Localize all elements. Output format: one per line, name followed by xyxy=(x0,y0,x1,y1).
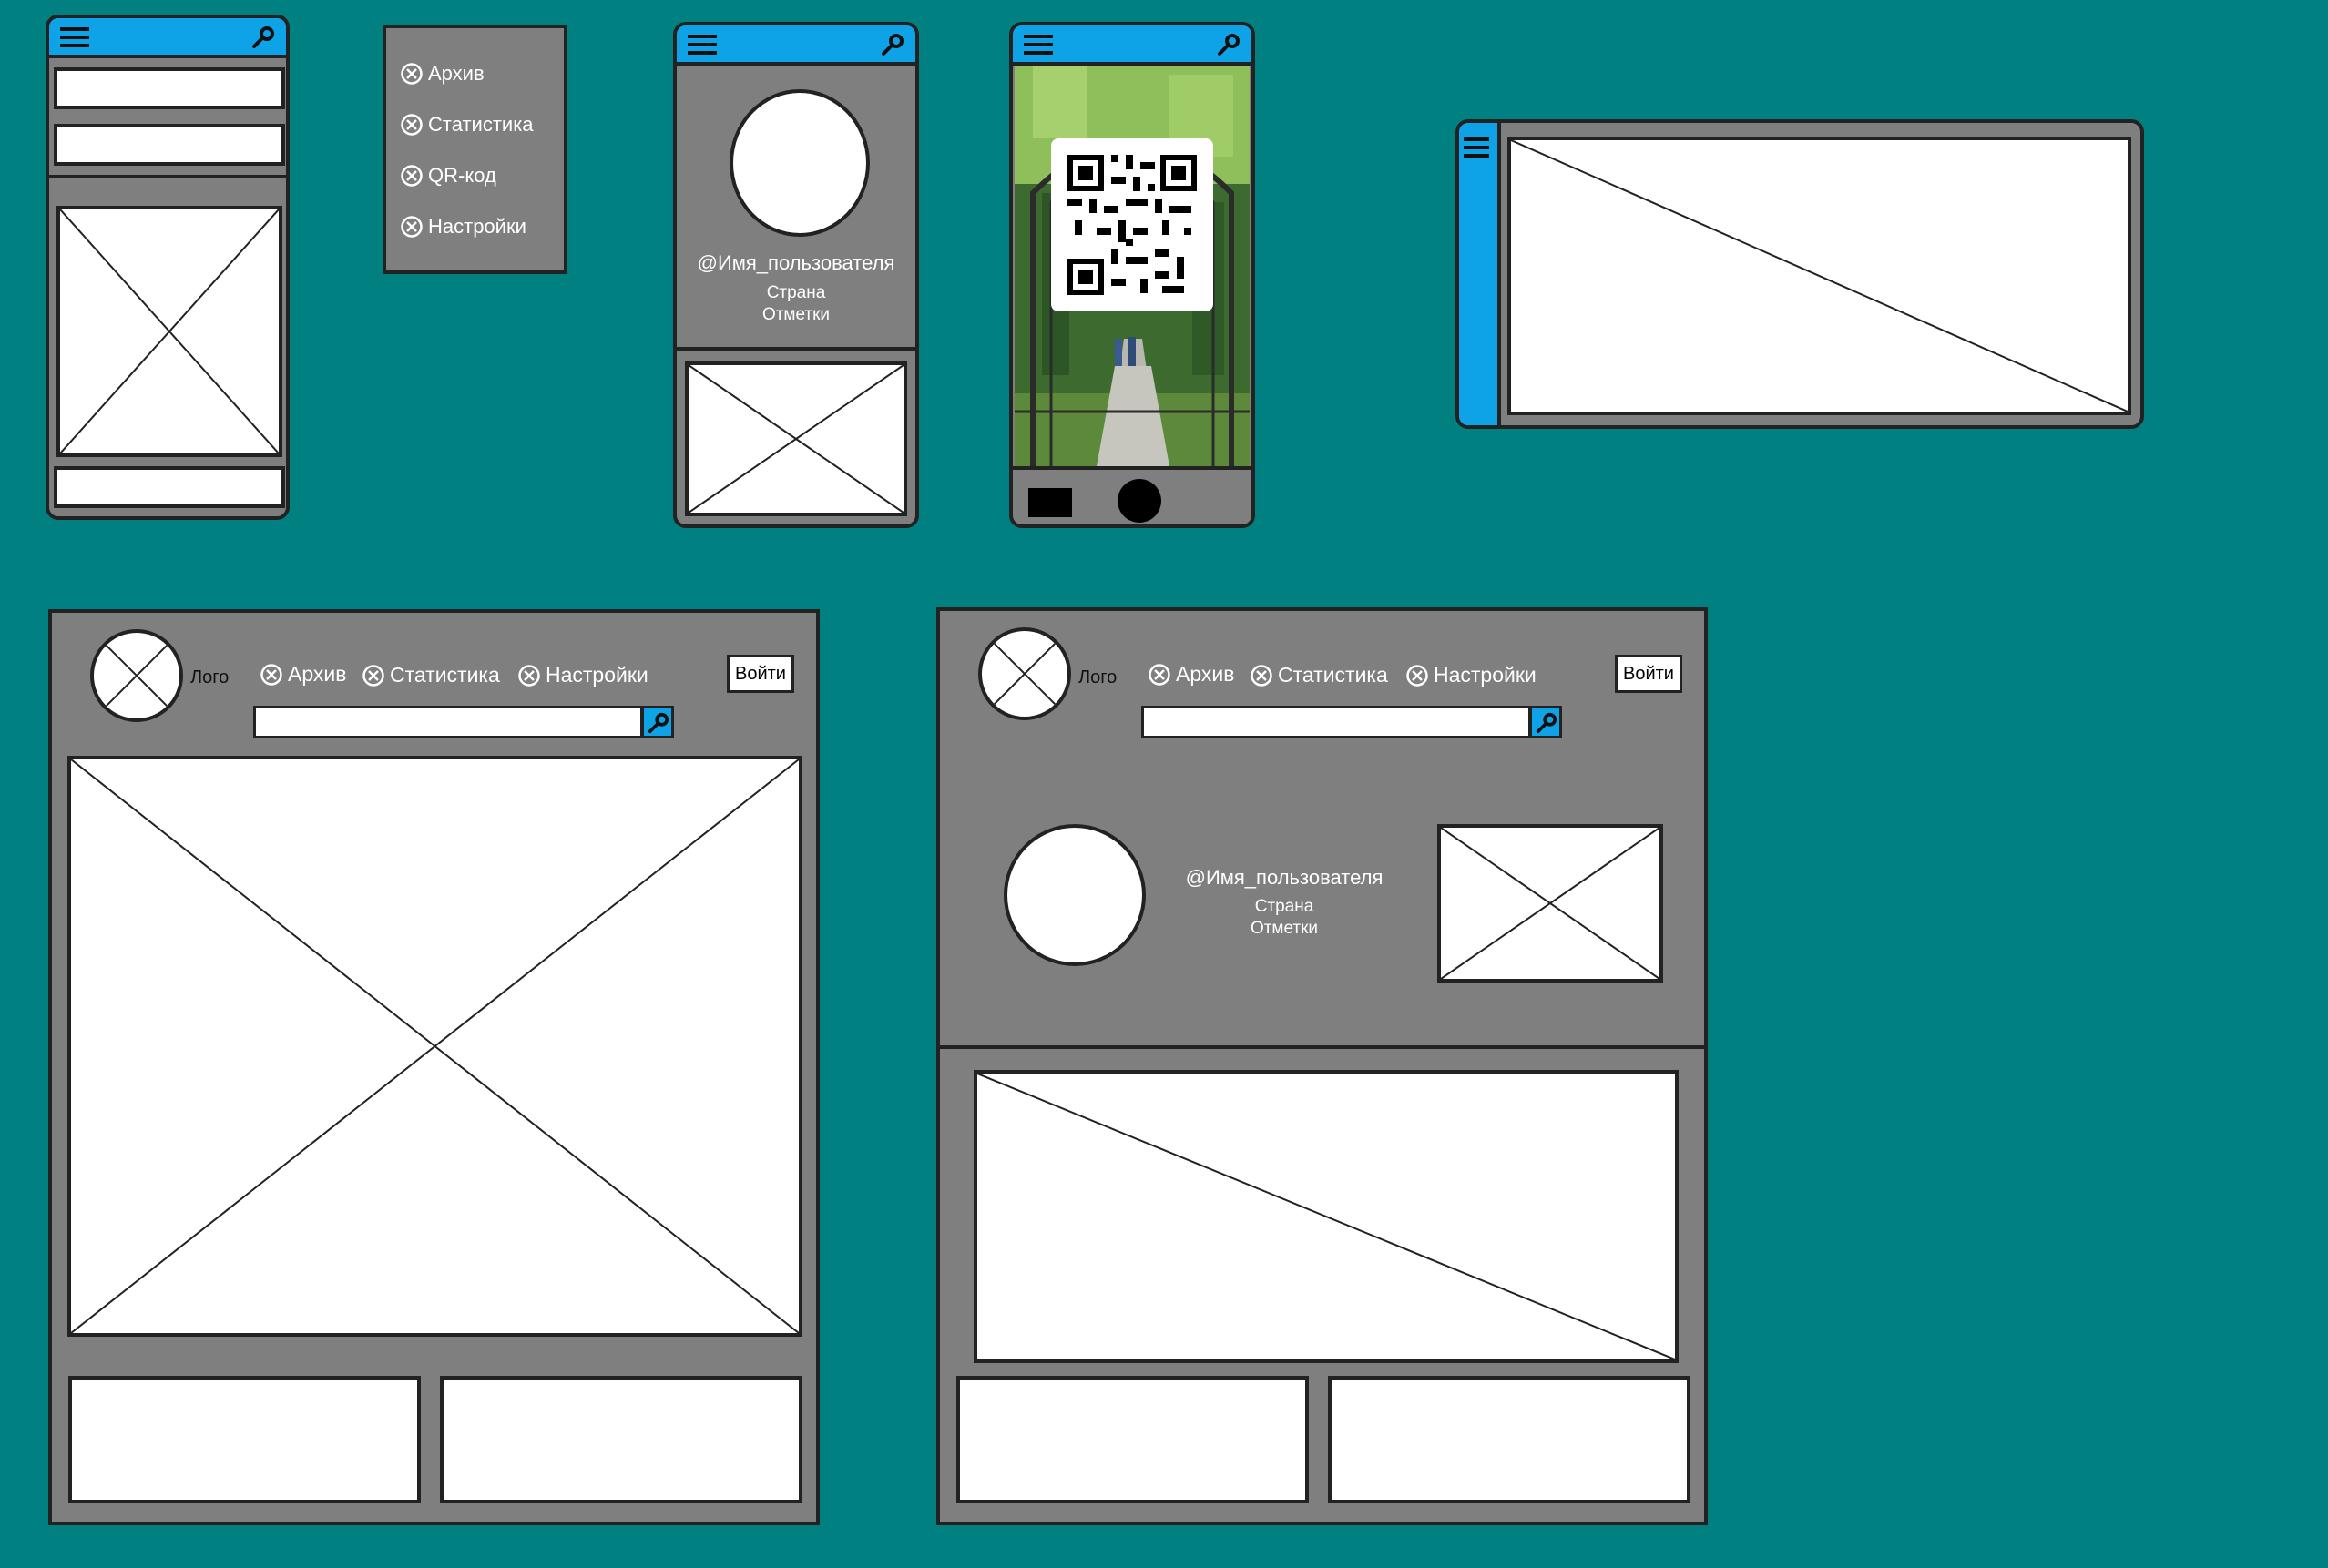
image-placeholder xyxy=(1437,824,1663,983)
menu-item-label: Настройки xyxy=(428,215,526,238)
nav-link-label: Статистика xyxy=(390,663,500,687)
content-card[interactable] xyxy=(68,1376,421,1503)
circled-x-icon xyxy=(518,664,540,687)
login-button[interactable]: Войти xyxy=(1615,655,1682,693)
circled-x-icon xyxy=(260,663,282,686)
nav-link-label: Статистика xyxy=(1278,663,1388,687)
image-placeholder xyxy=(1507,137,2131,415)
menu-item-statistics[interactable]: Статистика xyxy=(400,113,534,137)
nav-link-label: Архив xyxy=(1176,662,1235,686)
circled-x-icon xyxy=(401,165,423,187)
logo-placeholder xyxy=(978,627,1071,720)
divider xyxy=(49,175,286,178)
country-label: Страна xyxy=(1254,897,1314,916)
avatar xyxy=(730,89,870,237)
menu-item-label: Статистика xyxy=(428,113,534,136)
tablet-landscape-wireframe xyxy=(1455,119,2144,429)
login-button[interactable]: Войти xyxy=(727,655,794,693)
mobile-feed-wireframe xyxy=(46,15,290,520)
side-bar xyxy=(1459,123,1501,425)
image-placeholder xyxy=(56,206,282,457)
content-card[interactable] xyxy=(956,1376,1309,1503)
content-field[interactable] xyxy=(54,124,285,166)
menu-item-settings[interactable]: Настройки xyxy=(400,215,526,239)
search-icon[interactable] xyxy=(881,33,904,56)
content-card[interactable] xyxy=(440,1376,802,1503)
hamburger-icon[interactable] xyxy=(1464,136,1489,159)
search-icon[interactable] xyxy=(251,25,275,49)
hamburger-icon[interactable] xyxy=(60,25,89,49)
desktop-home-wireframe: Лого Архив Статистика Настройки Войти xyxy=(48,609,820,1525)
mobile-top-bar xyxy=(49,18,286,58)
shutter-button[interactable] xyxy=(1118,479,1161,523)
nav-link-settings[interactable]: Настройки xyxy=(517,663,648,687)
mobile-top-bar xyxy=(1013,25,1251,66)
content-field[interactable] xyxy=(54,466,285,508)
circled-x-icon xyxy=(401,63,423,85)
marks-label: Отметки xyxy=(761,305,831,324)
divider xyxy=(677,347,915,351)
nav-link-archive[interactable]: Архив xyxy=(1148,662,1234,687)
search-button[interactable] xyxy=(1529,706,1562,738)
nav-link-archive[interactable]: Архив xyxy=(260,662,346,687)
menu-item-label: Архив xyxy=(428,62,485,85)
hero-image-placeholder xyxy=(67,756,802,1337)
mobile-profile-wireframe: @Имя_пользователя Страна Отметки xyxy=(673,22,919,528)
dropdown-menu: Архив Статистика QR-код Настройки xyxy=(383,25,567,274)
search-input[interactable] xyxy=(1141,706,1531,738)
logo-label: Лого xyxy=(1078,667,1118,687)
search-icon xyxy=(648,712,669,734)
logo-placeholder xyxy=(90,629,183,722)
content-card[interactable] xyxy=(1328,1376,1690,1503)
desktop-profile-wireframe: Лого Архив Статистика Настройки Войти @И… xyxy=(936,607,1708,1525)
nav-link-label: Настройки xyxy=(1434,663,1537,687)
mobile-qr-scanner-wireframe xyxy=(1009,22,1255,528)
mobile-top-bar xyxy=(677,25,915,66)
logo-label: Лого xyxy=(190,667,230,687)
circled-x-icon xyxy=(1251,664,1272,687)
search-icon[interactable] xyxy=(1217,33,1241,56)
nav-link-statistics[interactable]: Статистика xyxy=(362,663,500,687)
nav-link-label: Архив xyxy=(288,662,347,686)
menu-item-label: QR-код xyxy=(428,164,496,187)
divider xyxy=(940,1045,1704,1049)
menu-item-qr[interactable]: QR-код xyxy=(400,164,496,188)
search-icon xyxy=(1536,712,1557,734)
image-placeholder xyxy=(685,361,907,516)
marks-label: Отметки xyxy=(1250,919,1319,938)
nav-link-settings[interactable]: Настройки xyxy=(1405,663,1537,687)
nav-link-statistics[interactable]: Статистика xyxy=(1250,663,1388,687)
circled-x-icon xyxy=(1406,664,1428,687)
country-label: Страна xyxy=(766,283,826,302)
gallery-button[interactable] xyxy=(1028,488,1072,517)
circled-x-icon xyxy=(401,114,423,136)
search-input[interactable] xyxy=(253,706,643,738)
username: @Имя_пользователя xyxy=(1185,866,1384,889)
username: @Имя_пользователя xyxy=(697,251,895,274)
content-field[interactable] xyxy=(54,67,285,109)
menu-item-archive[interactable]: Архив xyxy=(400,62,485,86)
avatar xyxy=(1004,824,1146,966)
circled-x-icon xyxy=(362,664,384,687)
circled-x-icon xyxy=(1149,663,1170,686)
hamburger-icon[interactable] xyxy=(1024,33,1053,56)
nav-link-label: Настройки xyxy=(546,663,648,687)
image-placeholder xyxy=(974,1070,1679,1363)
divider xyxy=(1013,466,1251,470)
camera-view-park-gate-photo xyxy=(1015,66,1250,466)
hamburger-icon[interactable] xyxy=(688,33,717,56)
search-button[interactable] xyxy=(641,706,674,738)
circled-x-icon xyxy=(401,216,423,238)
